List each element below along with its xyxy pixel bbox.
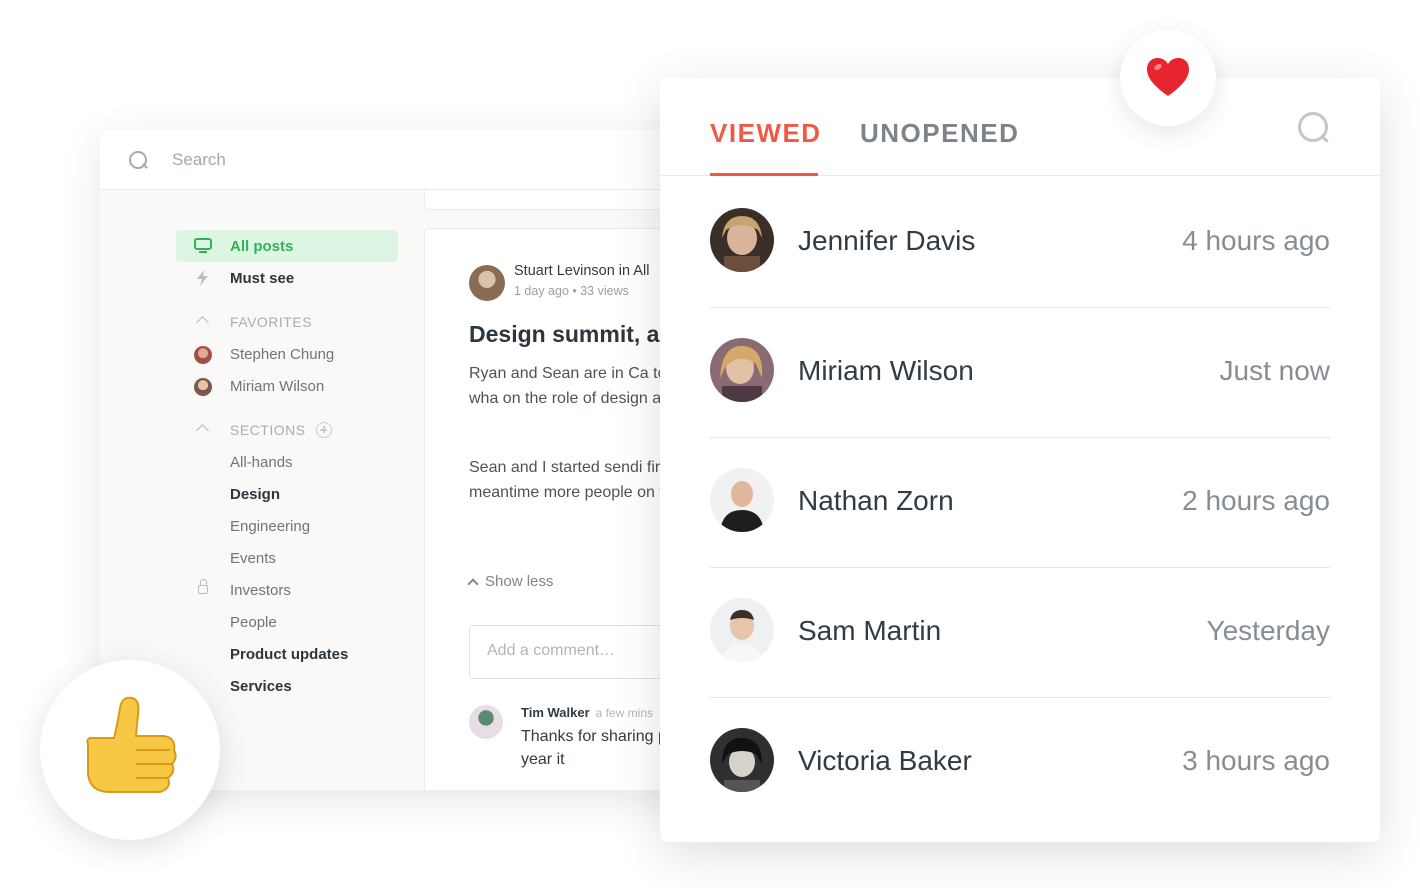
viewer-time: Just now [1219, 355, 1331, 386]
list-item[interactable]: Miriam Wilson Just now [710, 308, 1330, 438]
chevron-up-icon[interactable] [196, 316, 209, 329]
avatar [194, 378, 212, 396]
chevron-up-icon [467, 578, 479, 590]
show-less-button[interactable]: Show less [467, 573, 554, 590]
list-item[interactable]: Nathan Zorn 2 hours ago [710, 438, 1330, 568]
sidebar-item-label: All-hands [230, 453, 293, 471]
add-section-icon[interactable] [316, 422, 332, 438]
sidebar-item-label: Engineering [230, 517, 311, 535]
avatar[interactable] [469, 265, 505, 301]
sidebar-nav: All posts Must see FAVORITES Stephen Chu… [176, 230, 398, 702]
comment-time: a few mins [595, 706, 653, 720]
sidebar-item-services[interactable]: Services [176, 670, 398, 702]
favorites-header[interactable]: FAVORITES [176, 306, 398, 338]
chevron-up-icon[interactable] [196, 424, 209, 437]
sidebar-item-all-hands[interactable]: All-hands [176, 446, 398, 478]
search-icon[interactable] [1296, 110, 1330, 144]
viewer-time: Yesterday [1206, 615, 1331, 646]
sections-header[interactable]: SECTIONS [176, 414, 398, 446]
list-item[interactable]: Jennifer Davis 4 hours ago [710, 178, 1330, 308]
comment-author[interactable]: Tim Walker a few mins [521, 705, 653, 720]
sidebar-item-label: All posts [230, 237, 294, 255]
sidebar-item-stephen-chung[interactable]: Stephen Chung [176, 338, 398, 370]
sidebar-item-label: Product updates [230, 645, 349, 663]
sidebar-item-all-posts[interactable]: All posts [176, 230, 398, 262]
sections-header-label: SECTIONS [230, 422, 306, 438]
viewers-tabs: VIEWED UNOPENED [660, 78, 1380, 176]
sidebar-item-people[interactable]: People [176, 606, 398, 638]
avatar [710, 598, 774, 662]
viewer-name: Sam Martin [798, 615, 942, 646]
search-icon[interactable] [128, 150, 148, 170]
sidebar-item-must-see[interactable]: Must see [176, 262, 398, 294]
post-meta: 1 day ago • 33 views [514, 284, 629, 298]
show-less-label: Show less [485, 573, 554, 590]
viewer-time: 2 hours ago [1182, 485, 1330, 516]
viewer-name: Jennifer Davis [798, 225, 976, 256]
avatar [710, 728, 774, 792]
post-author-line[interactable]: Stuart Levinson in All [514, 263, 649, 279]
sidebar-item-miriam-wilson[interactable]: Miriam Wilson [176, 370, 398, 402]
sidebar-item-label: Design [230, 485, 281, 503]
viewer-time: 4 hours ago [1182, 225, 1330, 256]
sidebar-item-events[interactable]: Events [176, 542, 398, 574]
comment-author-name: Tim Walker [521, 705, 590, 720]
favorites-header-label: FAVORITES [230, 314, 313, 330]
sidebar-item-label: Events [230, 549, 276, 567]
post-title[interactable]: Design summit, a [469, 321, 659, 348]
viewer-name: Miriam Wilson [798, 355, 974, 386]
tab-viewed[interactable]: VIEWED [710, 118, 822, 149]
search-placeholder[interactable]: Search [172, 150, 226, 170]
viewer-time: 3 hours ago [1182, 745, 1330, 776]
viewer-name: Victoria Baker [798, 745, 972, 776]
viewer-name: Nathan Zorn [798, 485, 954, 516]
viewers-panel: VIEWED UNOPENED Jennifer Davis 4 hours a… [660, 78, 1380, 842]
sidebar-item-label: Stephen Chung [230, 345, 335, 363]
active-tab-indicator [710, 173, 818, 176]
avatar[interactable] [469, 705, 503, 739]
comment-placeholder: Add a comment… [487, 642, 616, 659]
avatar [710, 208, 774, 272]
lightning-icon [197, 270, 208, 286]
sidebar-item-label: Services [230, 677, 292, 695]
sidebar-item-label: Must see [230, 269, 295, 287]
sidebar-item-design[interactable]: Design [176, 478, 398, 510]
sidebar-item-label: Investors [230, 581, 291, 599]
thumbs-up-emoji-icon [86, 696, 177, 793]
sidebar-item-engineering[interactable]: Engineering [176, 510, 398, 542]
app-search-bar[interactable]: Search [100, 130, 720, 190]
viewer-list: Jennifer Davis 4 hours ago Miriam Wilson… [710, 178, 1330, 828]
avatar [710, 338, 774, 402]
monitor-icon [194, 238, 212, 253]
avatar [710, 468, 774, 532]
list-item[interactable]: Sam Martin Yesterday [710, 568, 1330, 698]
lock-icon [198, 579, 208, 594]
sidebar-item-product-updates[interactable]: Product updates [176, 638, 398, 670]
tab-unopened[interactable]: UNOPENED [860, 118, 1019, 149]
sidebar-item-investors[interactable]: Investors [176, 574, 398, 606]
thumbs-up-reaction-badge[interactable] [40, 660, 220, 840]
sidebar-item-label: Miriam Wilson [230, 377, 325, 395]
list-item[interactable]: Victoria Baker 3 hours ago [710, 698, 1330, 828]
avatar [194, 346, 212, 364]
sidebar-item-label: People [230, 613, 277, 631]
heart-reaction-badge[interactable] [1120, 30, 1216, 126]
heart-emoji-icon [1147, 58, 1189, 96]
